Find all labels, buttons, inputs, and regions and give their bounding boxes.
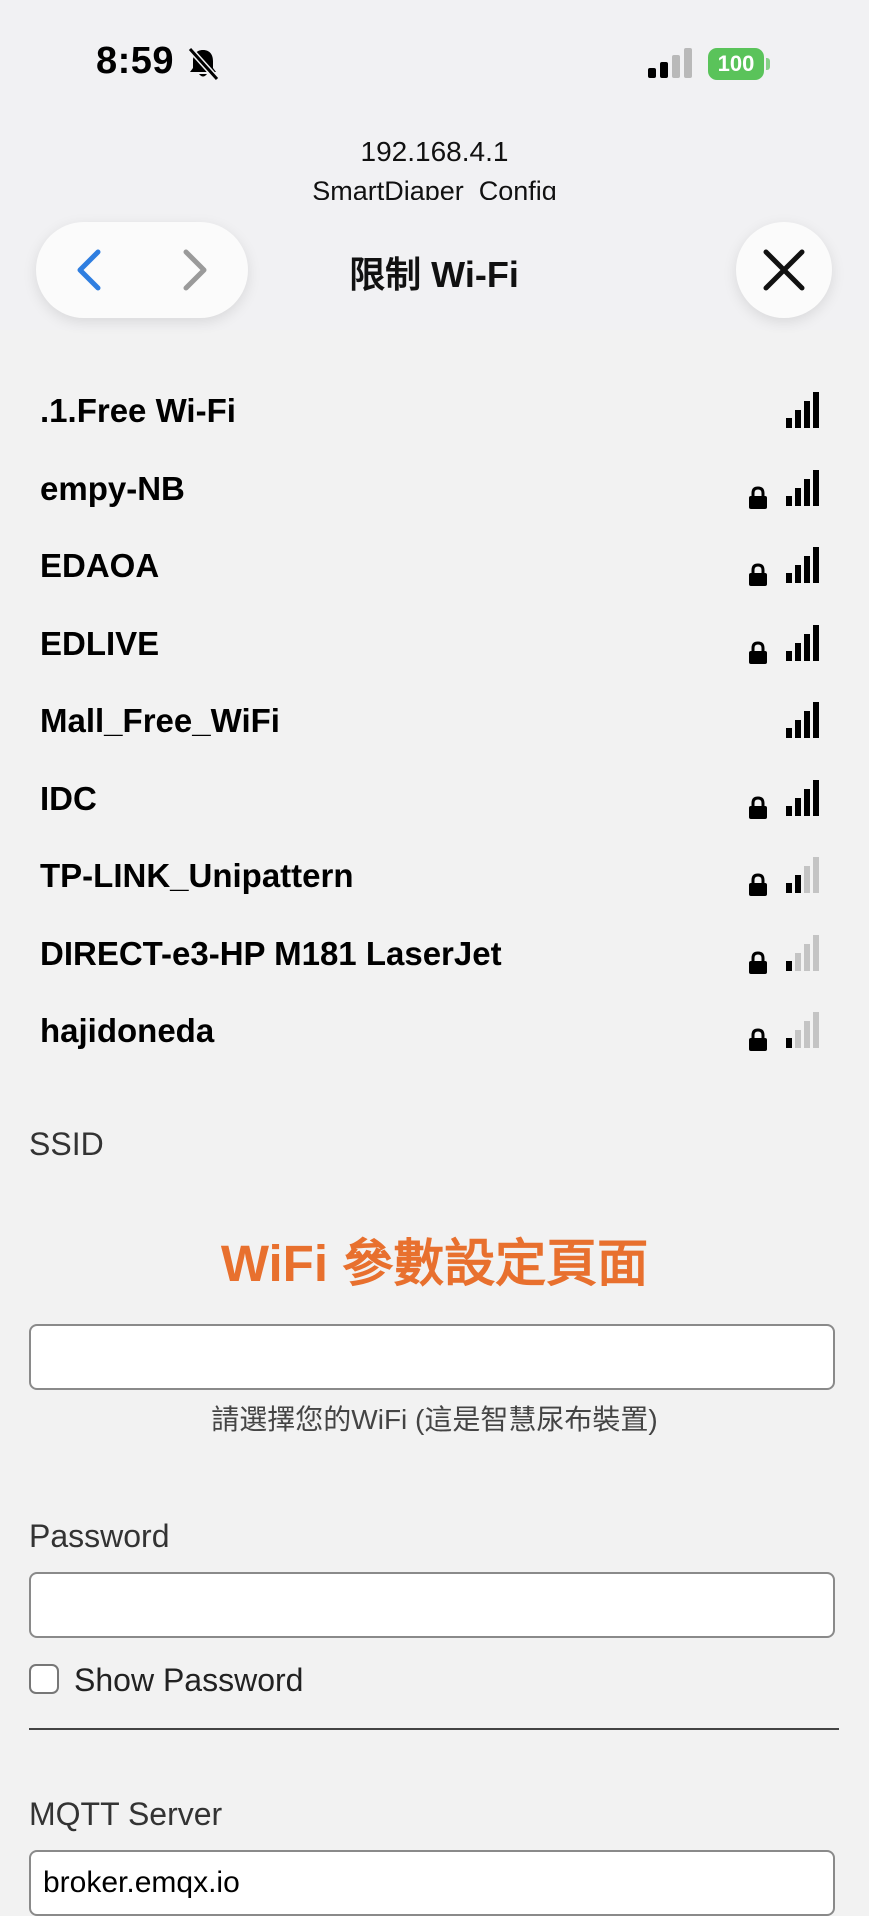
password-label: Password [29,1518,170,1554]
page-subtitle: SmartDiaper_Config [312,176,557,200]
wifi-signal-icon [786,392,819,428]
ssid-hint: 請選擇您的WiFi (這是智慧尿布裝置) [211,1404,658,1435]
navigation-pill [36,222,248,318]
wifi-signal-icon [786,934,819,971]
config-heading: WiFi 參數設定頁面 [220,1235,649,1292]
wifi-network-name: hajidoneda [40,1012,215,1049]
wifi-signal-icon [786,547,819,583]
wifi-network-name: DIRECT-e3-HP M181 LaserJet [40,934,502,972]
wifi-signal-icon [786,1012,819,1048]
forward-button[interactable] [142,222,248,318]
page-url: 192.168.4.1 [360,136,509,167]
show-password-label[interactable]: Show Password [74,1662,303,1699]
wifi-signal-icon [786,624,819,661]
wifi-network-item[interactable]: hajidoneda [0,998,869,1076]
status-time: 8:59 [96,40,175,82]
wifi-network-item[interactable]: TP-LINK_Unipattern [0,843,869,921]
cellular-signal-icon [648,48,692,78]
wifi-signal-icon [786,857,819,893]
wifi-network-name: TP-LINK_Unipattern [40,857,354,894]
wifi-network-item[interactable]: .1.Free Wi-Fi [0,378,869,456]
chevron-right-icon [183,249,207,291]
chevron-left-icon [77,249,101,291]
close-button[interactable] [736,222,832,318]
wifi-network-item[interactable]: EDLIVE [0,611,869,689]
wifi-network-item[interactable]: DIRECT-e3-HP M181 LaserJet [0,921,869,999]
wifi-network-name: EDLIVE [40,624,160,662]
wifi-network-name: EDAOA [40,547,160,584]
mqtt-server-label: MQTT Server [29,1796,223,1832]
ssid-label: SSID [29,1126,104,1162]
wifi-network-name: IDC [40,779,97,817]
lock-icon [749,1028,767,1051]
lock-icon [749,873,767,896]
password-input[interactable] [29,1572,835,1638]
section-divider [29,1728,839,1730]
close-icon [763,249,805,291]
lock-icon [749,485,767,509]
mqtt-server-input[interactable] [29,1850,835,1916]
wifi-network-name: empy-NB [40,469,185,507]
lock-icon [749,795,767,819]
wifi-signal-icon [786,702,819,738]
lock-icon [749,950,767,974]
bell-slash-icon [187,46,220,82]
wifi-network-name: .1.Free Wi-Fi [40,392,236,429]
wifi-network-item[interactable]: EDAOA [0,533,869,611]
show-password-checkbox[interactable] [29,1664,59,1694]
battery-level: 100 [717,51,755,76]
wifi-signal-icon [786,469,819,506]
wifi-network-item[interactable]: empy-NB [0,456,869,534]
battery-icon: 100 [708,48,770,80]
wifi-network-item[interactable]: Mall_Free_WiFi [0,688,869,766]
wifi-network-item[interactable]: IDC [0,766,869,844]
lock-icon [749,563,767,586]
wifi-network-name: Mall_Free_WiFi [40,702,280,739]
page-title: 限制 Wi-Fi [349,254,519,295]
wifi-signal-icon [786,779,819,816]
lock-icon [749,640,767,664]
ssid-input[interactable] [29,1324,835,1390]
back-button[interactable] [36,222,142,318]
